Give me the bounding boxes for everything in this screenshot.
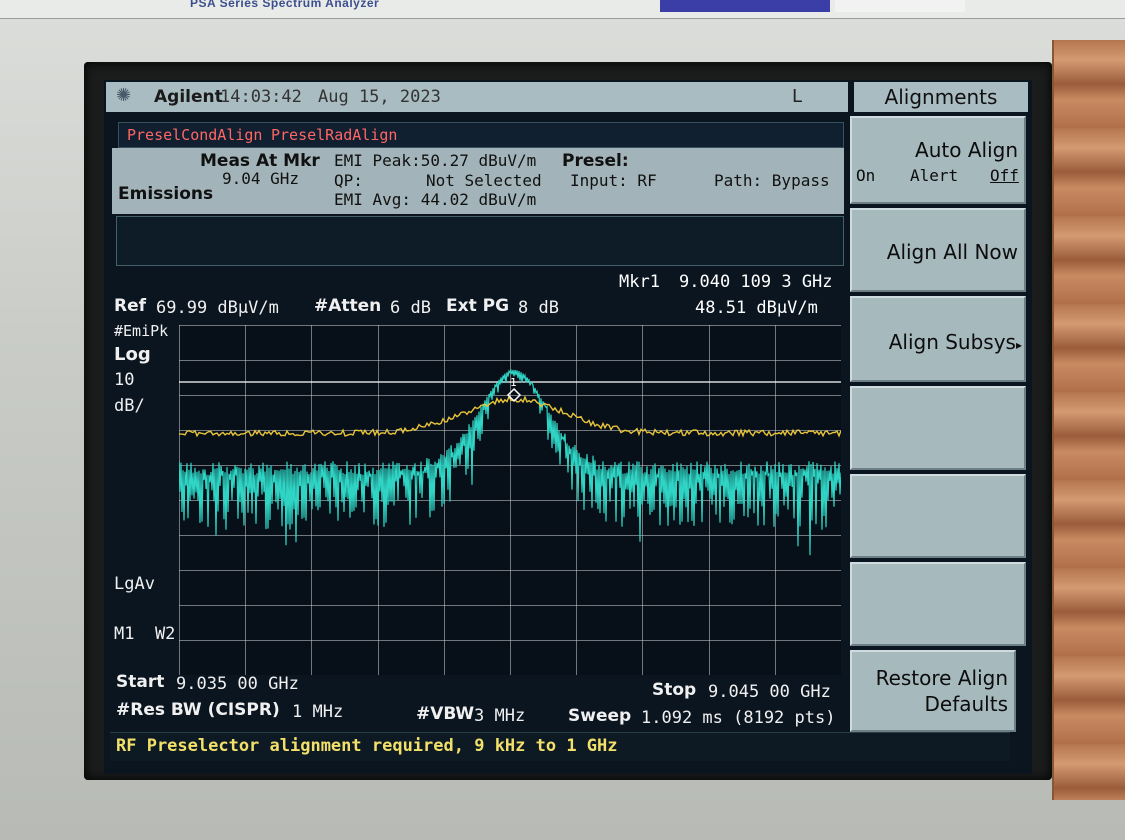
local-indicator: L <box>792 86 803 107</box>
vbw-value: 3 MHz <box>474 706 526 726</box>
status-message: RF Preselector alignment required, 9 kHz… <box>116 736 618 756</box>
status-line: RF Preselector alignment required, 9 kHz… <box>110 732 1010 761</box>
ref-label: Ref <box>114 296 147 316</box>
stop-value: 9.045 00 GHz <box>708 682 831 702</box>
instrument-brand-text: PSA Series Spectrum Analyzer <box>190 0 380 10</box>
averaging-annotation: LgAv <box>114 574 155 594</box>
qp-label: QP: <box>334 171 363 190</box>
auto-align-option-off[interactable]: Off <box>990 166 1019 185</box>
sweep-value: 1.092 ms (8192 pts) <box>641 708 836 728</box>
auto-align-softkey[interactable]: Auto Align On Alert Off <box>850 116 1026 204</box>
blank-softkey-6[interactable] <box>850 562 1026 646</box>
top-label-blue <box>660 0 830 12</box>
emi-peak: EMI Peak:50.27 dBuV/m <box>334 151 537 170</box>
message-box <box>116 216 844 266</box>
restore-align-line2: Defaults <box>924 692 1009 716</box>
start-value: 9.035 00 GHz <box>176 674 299 694</box>
ref-value: 69.99 dBµV/m <box>156 298 279 318</box>
clock-time: 14:03:42 <box>220 87 302 107</box>
presel-path: Path: Bypass <box>714 171 830 190</box>
marker-number: 1 <box>510 376 517 389</box>
scale-type-annotation: Log <box>114 344 151 365</box>
spectrum-plot: 1 <box>179 325 841 675</box>
align-item-rad: PreselRadAlign <box>271 126 398 144</box>
top-label-white <box>835 0 965 12</box>
analyzer-screen: ✺ Agilent 14:03:42 Aug 15, 2023 L Presel… <box>104 80 1032 774</box>
agilent-spark-icon: ✺ <box>116 85 132 106</box>
atten-label: #Atten <box>314 296 382 316</box>
top-strip: PSA Series Spectrum Analyzer <box>0 0 1125 19</box>
alignment-banner: PreselCondAlign PreselRadAlign <box>118 122 844 148</box>
start-label: Start <box>116 672 165 692</box>
restore-align-defaults-softkey[interactable]: Restore Align Defaults <box>850 650 1016 732</box>
auto-align-option-on[interactable]: On <box>856 166 875 185</box>
meas-at-mkr-label: Meas At Mkr <box>200 151 320 171</box>
blank-softkey-5[interactable] <box>850 474 1026 558</box>
scale-value-annotation: 10 <box>114 370 135 390</box>
trace-mode-annotation: M1 W2 <box>114 624 176 644</box>
auto-align-option-alert[interactable]: Alert <box>910 166 958 185</box>
auto-align-label: Auto Align <box>915 138 1018 162</box>
vbw-label: #VBW <box>416 704 475 724</box>
title-bar: ✺ Agilent 14:03:42 Aug 15, 2023 L <box>106 82 848 112</box>
emi-avg: EMI Avg: 44.02 dBuV/m <box>334 190 537 209</box>
align-all-now-label: Align All Now <box>886 240 1018 264</box>
stop-label: Stop <box>652 680 697 700</box>
spectrum-graticule: 1 <box>179 325 841 675</box>
marker-1: 1 <box>506 376 522 403</box>
presel-label: Presel: <box>562 151 629 171</box>
measurement-panel: Meas At Mkr 9.04 GHz Emissions EMI Peak:… <box>112 148 844 214</box>
align-subsys-text: Align Subsys <box>888 330 1016 354</box>
emissions-label: Emissions <box>118 184 214 204</box>
qp-value: Not Selected <box>426 171 542 190</box>
atten-value: 6 dB <box>390 298 431 318</box>
scale-unit-annotation: dB/ <box>114 396 145 416</box>
align-item-cond: PreselCondAlign <box>127 126 263 144</box>
brand-name: Agilent <box>154 87 223 107</box>
copper-shield <box>1052 40 1125 800</box>
meas-freq: 9.04 GHz <box>222 169 300 188</box>
extpg-value: 8 dB <box>518 298 559 318</box>
rbw-value: 1 MHz <box>292 702 344 722</box>
extpg-label: Ext PG <box>446 296 510 316</box>
marker-level: 48.51 dBµV/m <box>695 298 818 318</box>
presel-input: Input: RF <box>570 171 657 190</box>
align-subsys-label: Align Subsys▸ <box>889 330 1022 354</box>
detector-annotation: #EmiPk <box>114 322 169 340</box>
blank-softkey-4[interactable] <box>850 386 1026 470</box>
rbw-label: #Res BW (CISPR) <box>116 700 280 720</box>
restore-align-line1: Restore Align <box>875 666 1008 690</box>
align-all-now-softkey[interactable]: Align All Now <box>850 208 1026 292</box>
marker-frequency: 9.040 109 3 GHz <box>679 272 833 292</box>
sweep-label: Sweep <box>568 706 632 726</box>
clock-date: Aug 15, 2023 <box>318 87 441 107</box>
submenu-arrow-icon: ▸ <box>1015 338 1022 352</box>
marker-label: Mkr1 <box>619 272 660 292</box>
align-subsys-softkey[interactable]: Align Subsys▸ <box>850 296 1026 382</box>
softkey-menu-title: Alignments <box>854 82 1028 112</box>
